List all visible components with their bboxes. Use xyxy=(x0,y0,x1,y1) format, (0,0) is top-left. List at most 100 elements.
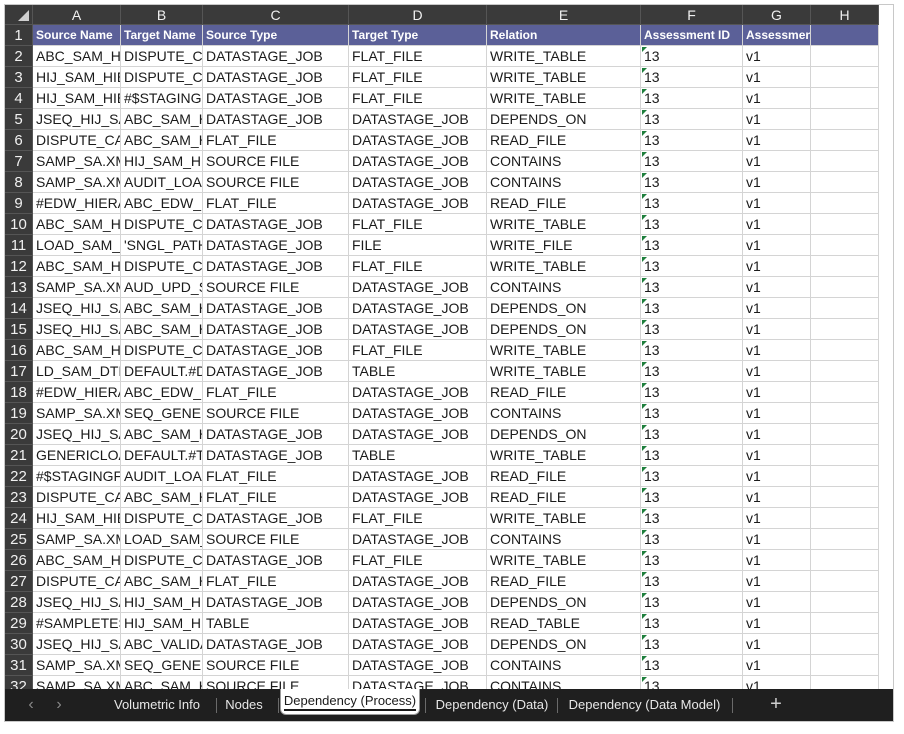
cell-f[interactable]: 13 xyxy=(641,151,743,172)
cell-a[interactable]: GENERICLOA xyxy=(33,445,121,466)
cell-b[interactable]: ABC_SAM_HI xyxy=(121,424,203,445)
cell-a[interactable]: SAMP_SA.XML xyxy=(33,277,121,298)
cell-a[interactable]: JSEQ_HIJ_SAM xyxy=(33,592,121,613)
row-header[interactable]: 26 xyxy=(5,550,33,571)
cell-e[interactable]: WRITE_TABLE xyxy=(487,88,641,109)
cell-e[interactable]: DEPENDS_ON xyxy=(487,592,641,613)
cell-a[interactable]: DISPUTE_CAS xyxy=(33,487,121,508)
cell-d[interactable]: FLAT_FILE xyxy=(349,256,487,277)
cell-d[interactable]: DATASTAGE_JOB xyxy=(349,613,487,634)
cell-d[interactable]: FILE xyxy=(349,235,487,256)
cell-b[interactable]: HIJ_SAM_HIE xyxy=(121,613,203,634)
cell-f[interactable]: 13 xyxy=(641,319,743,340)
cell-d[interactable]: FLAT_FILE xyxy=(349,508,487,529)
cell-d[interactable]: DATASTAGE_JOB xyxy=(349,487,487,508)
cell-b[interactable]: AUDIT_LOAD xyxy=(121,466,203,487)
cell-f[interactable]: 13 xyxy=(641,655,743,676)
cell-g[interactable]: v1 xyxy=(743,298,811,319)
cell-b[interactable]: ABC_SAM_HI xyxy=(121,298,203,319)
cell-g[interactable]: v1 xyxy=(743,277,811,298)
cell-a[interactable]: JSEQ_HIJ_SAM xyxy=(33,424,121,445)
cell-e[interactable]: WRITE_TABLE xyxy=(487,67,641,88)
cell-e[interactable]: DEPENDS_ON xyxy=(487,298,641,319)
cell-d[interactable]: DATASTAGE_JOB xyxy=(349,571,487,592)
cell-c[interactable]: SOURCE FILE xyxy=(203,277,349,298)
cell-c[interactable]: FLAT_FILE xyxy=(203,466,349,487)
cell-g[interactable]: v1 xyxy=(743,88,811,109)
header-cell[interactable]: Target Name xyxy=(121,25,203,46)
row-header[interactable]: 25 xyxy=(5,529,33,550)
column-header-d[interactable]: D xyxy=(349,5,487,25)
cell-d[interactable]: DATASTAGE_JOB xyxy=(349,634,487,655)
cell-d[interactable]: DATASTAGE_JOB xyxy=(349,529,487,550)
cell-a[interactable]: JSEQ_HIJ_SAM xyxy=(33,634,121,655)
cell-a[interactable]: LD_SAM_DTL xyxy=(33,361,121,382)
cell-f[interactable]: 13 xyxy=(641,88,743,109)
cell-h[interactable] xyxy=(811,67,879,88)
cell-c[interactable]: DATASTAGE_JOB xyxy=(203,235,349,256)
cell-f[interactable]: 13 xyxy=(641,634,743,655)
cell-f[interactable]: 13 xyxy=(641,67,743,88)
cell-e[interactable]: WRITE_TABLE xyxy=(487,550,641,571)
cell-d[interactable]: DATASTAGE_JOB xyxy=(349,172,487,193)
next-sheet-button[interactable]: › xyxy=(47,689,71,721)
cell-b[interactable]: SEQ_GENERI xyxy=(121,403,203,424)
row-header[interactable]: 2 xyxy=(5,46,33,67)
cell-e[interactable]: WRITE_TABLE xyxy=(487,256,641,277)
cell-c[interactable]: SOURCE FILE xyxy=(203,403,349,424)
cell-e[interactable]: CONTAINS xyxy=(487,676,641,689)
cell-b[interactable]: SEQ_GENERI xyxy=(121,655,203,676)
row-header[interactable]: 4 xyxy=(5,88,33,109)
cell-e[interactable]: WRITE_TABLE xyxy=(487,340,641,361)
cell-h[interactable] xyxy=(811,676,879,689)
cell-a[interactable]: ABC_SAM_HIER xyxy=(33,46,121,67)
cell-f[interactable]: 13 xyxy=(641,676,743,689)
column-header-a[interactable]: A xyxy=(33,5,121,25)
sheet-tab[interactable]: Dependency (Process) xyxy=(280,689,420,715)
cell-c[interactable]: DATASTAGE_JOB xyxy=(203,319,349,340)
cell-c[interactable]: SOURCE FILE xyxy=(203,676,349,689)
cell-h[interactable] xyxy=(811,130,879,151)
cell-a[interactable]: DISPUTE_CAS xyxy=(33,571,121,592)
cell-b[interactable]: ABC_SAM_HI xyxy=(121,130,203,151)
row-header[interactable]: 22 xyxy=(5,466,33,487)
cell-e[interactable]: READ_FILE xyxy=(487,487,641,508)
cell-d[interactable]: DATASTAGE_JOB xyxy=(349,193,487,214)
cell-b[interactable]: DISPUTE_CA xyxy=(121,256,203,277)
cell-e[interactable]: WRITE_TABLE xyxy=(487,361,641,382)
cell-e[interactable]: DEPENDS_ON xyxy=(487,424,641,445)
cell-g[interactable]: v1 xyxy=(743,655,811,676)
cell-g[interactable]: v1 xyxy=(743,214,811,235)
cell-e[interactable]: WRITE_FILE xyxy=(487,235,641,256)
cell-e[interactable]: WRITE_TABLE xyxy=(487,46,641,67)
cell-f[interactable]: 13 xyxy=(641,529,743,550)
cell-c[interactable]: DATASTAGE_JOB xyxy=(203,298,349,319)
cell-f[interactable]: 13 xyxy=(641,46,743,67)
cell-h[interactable] xyxy=(811,466,879,487)
row-header[interactable]: 14 xyxy=(5,298,33,319)
cell-f[interactable]: 13 xyxy=(641,403,743,424)
cell-f[interactable]: 13 xyxy=(641,298,743,319)
row-header[interactable]: 21 xyxy=(5,445,33,466)
cell-g[interactable]: v1 xyxy=(743,319,811,340)
row-header[interactable]: 28 xyxy=(5,592,33,613)
cell-g[interactable]: v1 xyxy=(743,508,811,529)
cell-h[interactable] xyxy=(811,529,879,550)
header-cell[interactable]: Assessment Version xyxy=(743,25,811,46)
cell-a[interactable]: SAMP_SA.XML xyxy=(33,676,121,689)
cell-c[interactable]: DATASTAGE_JOB xyxy=(203,445,349,466)
cell-c[interactable]: FLAT_FILE xyxy=(203,571,349,592)
cell-g[interactable]: v1 xyxy=(743,445,811,466)
cell-d[interactable]: DATASTAGE_JOB xyxy=(349,130,487,151)
cell-g[interactable]: v1 xyxy=(743,130,811,151)
cell-a[interactable]: JSEQ_HIJ_SAM xyxy=(33,319,121,340)
cell-c[interactable]: DATASTAGE_JOB xyxy=(203,214,349,235)
cell-g[interactable]: v1 xyxy=(743,529,811,550)
cell-c[interactable]: DATASTAGE_JOB xyxy=(203,508,349,529)
cell-f[interactable]: 13 xyxy=(641,172,743,193)
row-header[interactable]: 3 xyxy=(5,67,33,88)
cell-g[interactable]: v1 xyxy=(743,466,811,487)
cell-c[interactable]: FLAT_FILE xyxy=(203,382,349,403)
cell-b[interactable]: DISPUTE_CA xyxy=(121,46,203,67)
cell-c[interactable]: SOURCE FILE xyxy=(203,151,349,172)
